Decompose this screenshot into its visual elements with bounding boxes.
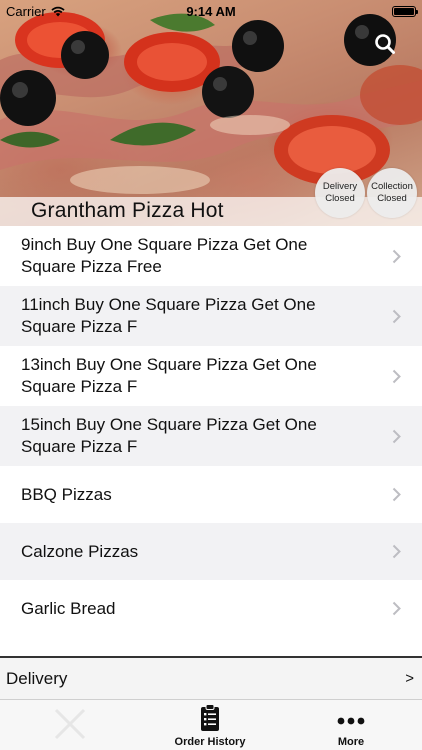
search-icon [375,34,395,54]
tab-bar: Order History More [0,700,422,750]
delivery-mode-bar[interactable]: Delivery > [0,656,422,700]
menu-item-label: 15inch Buy One Square Pizza Get One Squa… [21,415,317,456]
carrier-info: Carrier [6,4,65,19]
search-button[interactable] [372,31,398,57]
chevron-right-icon [390,487,402,503]
menu-item-calzone-pizzas[interactable]: Calzone Pizzas [0,523,422,580]
delivery-mode-label: Delivery [6,668,68,688]
carrier-label: Carrier [6,3,46,19]
menu-item-label: Calzone Pizzas [21,541,139,561]
chevron-right-icon [390,368,402,384]
battery-icon [392,5,418,17]
menu-item-label: Garlic Bread [21,598,116,618]
collection-badge-line2: Closed [377,193,407,204]
menu-item-label: 13inch Buy One Square Pizza Get One Squa… [21,355,317,396]
chevron-right-icon [390,308,402,324]
tab-order-history[interactable]: Order History [140,700,280,750]
tab-more[interactable]: More [280,700,422,750]
tab-label: Order History [174,736,246,748]
delivery-badge-line2: Closed [325,193,355,204]
menu-item-bbq-pizzas[interactable]: BBQ Pizzas [0,466,422,523]
clock: 9:14 AM [186,3,236,19]
tab-label: More [337,736,365,748]
menu-item-11inch-offer[interactable]: 11inch Buy One Square Pizza Get One Squa… [0,286,422,346]
menu-item-label: 11inch Buy One Square Pizza Get One Squa… [21,295,316,336]
clipboard-list-icon [201,704,219,731]
chevron-right-icon [390,601,402,617]
chevron-right-icon [390,428,402,444]
delivery-badge-line1: Delivery [322,181,358,192]
menu-item-9inch-offer[interactable]: 9inch Buy One Square Pizza Get One Squar… [0,226,422,286]
collection-badge-line1: Collection [371,181,413,192]
menu-item-label: 9inch Buy One Square Pizza Get One Squar… [21,235,308,276]
chevron-right-icon [390,248,402,264]
collection-status-badge: Collection Closed [367,168,417,218]
delivery-mode-arrow: > [405,670,414,687]
chevron-right-icon [390,544,402,560]
menu-item-label: BBQ Pizzas [21,484,112,504]
menu-item-13inch-offer[interactable]: 13inch Buy One Square Pizza Get One Squa… [0,346,422,406]
wifi-icon [51,6,65,16]
battery-level [394,7,414,15]
tab-close[interactable] [0,700,140,750]
status-bar: Carrier 9:14 AM [0,0,422,22]
menu-item-15inch-offer[interactable]: 15inch Buy One Square Pizza Get One Squa… [0,406,422,466]
menu-item-garlic-bread[interactable]: Garlic Bread [0,580,422,637]
menu-category-list: 9inch Buy One Square Pizza Get One Squar… [0,226,422,637]
delivery-status-badge: Delivery Closed [315,168,365,218]
close-icon [54,708,86,740]
restaurant-name: Grantham Pizza Hot [31,199,224,222]
hero-banner: Carrier 9:14 AM Grantham Pizza Hot Deliv… [0,0,422,226]
more-dots-icon [337,717,365,725]
